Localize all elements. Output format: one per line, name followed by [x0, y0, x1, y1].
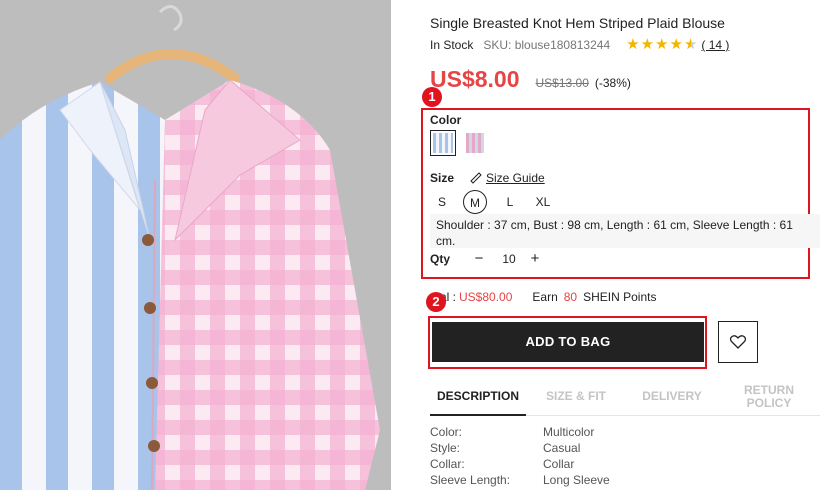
quantity-stepper: Qty − 10 + [430, 250, 544, 267]
total-row: al : US$80.00 Earn 80 SHEIN Points [430, 290, 656, 304]
color-swatch-striped[interactable] [430, 130, 456, 156]
points-label: SHEIN Points [583, 290, 657, 304]
color-swatch-plaid[interactable] [466, 133, 484, 153]
annotation-badge-1: 1 [422, 87, 442, 107]
spec-key: Color: [430, 425, 463, 439]
spec-value: Casual [543, 441, 581, 455]
product-image [0, 0, 391, 490]
review-count-link[interactable]: ( 14 ) [701, 38, 729, 52]
color-label: Color [430, 113, 462, 127]
half-star-icon: ★ [683, 36, 698, 53]
product-info-panel: Single Breasted Knot Hem Striped Plaid B… [421, 0, 820, 490]
size-option-l[interactable]: L [504, 190, 516, 214]
earn-label: Earn [532, 290, 558, 304]
spec-value: Long Sleeve [543, 473, 610, 487]
stock-status: In Stock [430, 38, 474, 52]
star-icon: ★ [655, 36, 669, 53]
rating-stars[interactable]: ★ ★ ★ ★ ★ [626, 36, 698, 53]
sale-price: US$8.00 [430, 66, 520, 92]
price-row: US$8.00 US$13.00 (-38%) [430, 66, 631, 93]
size-option-m[interactable]: M [463, 190, 487, 214]
tab-size-fit[interactable]: SIZE & FIT [538, 380, 614, 403]
star-icon: ★ [669, 36, 683, 53]
spec-key: Style: [430, 441, 461, 455]
total-value: US$80.00 [459, 290, 513, 304]
tab-delivery[interactable]: DELIVERY [632, 380, 712, 403]
add-to-bag-button[interactable]: ADD TO BAG [432, 322, 704, 362]
size-guide-link[interactable]: Size Guide [470, 171, 545, 185]
size-guide-label: Size Guide [486, 171, 545, 185]
wishlist-button[interactable] [718, 321, 758, 363]
heart-icon [730, 335, 746, 349]
sku-label: SKU: blouse180813244 [483, 38, 611, 52]
discount-badge: (-38%) [594, 76, 631, 90]
size-label: Size [430, 171, 455, 185]
qty-plus-button[interactable]: + [526, 250, 544, 267]
spec-value: Collar [543, 457, 575, 471]
spec-value: Multicolor [543, 425, 595, 439]
tab-return-policy[interactable]: RETURN POLICY [736, 380, 802, 410]
stock-row: In Stock SKU: blouse180813244 ★ ★ ★ ★ ★ … [430, 36, 729, 53]
product-title: Single Breasted Knot Hem Striped Plaid B… [430, 15, 725, 31]
size-measurements: Shoulder : 37 cm, Bust : 98 cm, Length :… [430, 214, 820, 248]
star-icon: ★ [626, 36, 640, 53]
tab-description[interactable]: DESCRIPTION [430, 380, 526, 416]
ruler-icon [470, 172, 482, 184]
qty-minus-button[interactable]: − [470, 250, 488, 267]
size-option-s[interactable]: S [436, 190, 448, 214]
qty-label: Qty [430, 251, 451, 266]
spec-key: Sleeve Length: [430, 473, 511, 487]
original-price: US$13.00 [535, 76, 589, 90]
spec-key: Collar: [430, 457, 465, 471]
star-icon: ★ [640, 36, 655, 53]
product-tabs: DESCRIPTION SIZE & FIT DELIVERY RETURN P… [430, 380, 820, 416]
size-option-xl[interactable]: XL [534, 190, 552, 214]
qty-value[interactable]: 10 [496, 252, 522, 266]
annotation-badge-2: 2 [426, 292, 446, 312]
earn-points: 80 [563, 290, 578, 304]
